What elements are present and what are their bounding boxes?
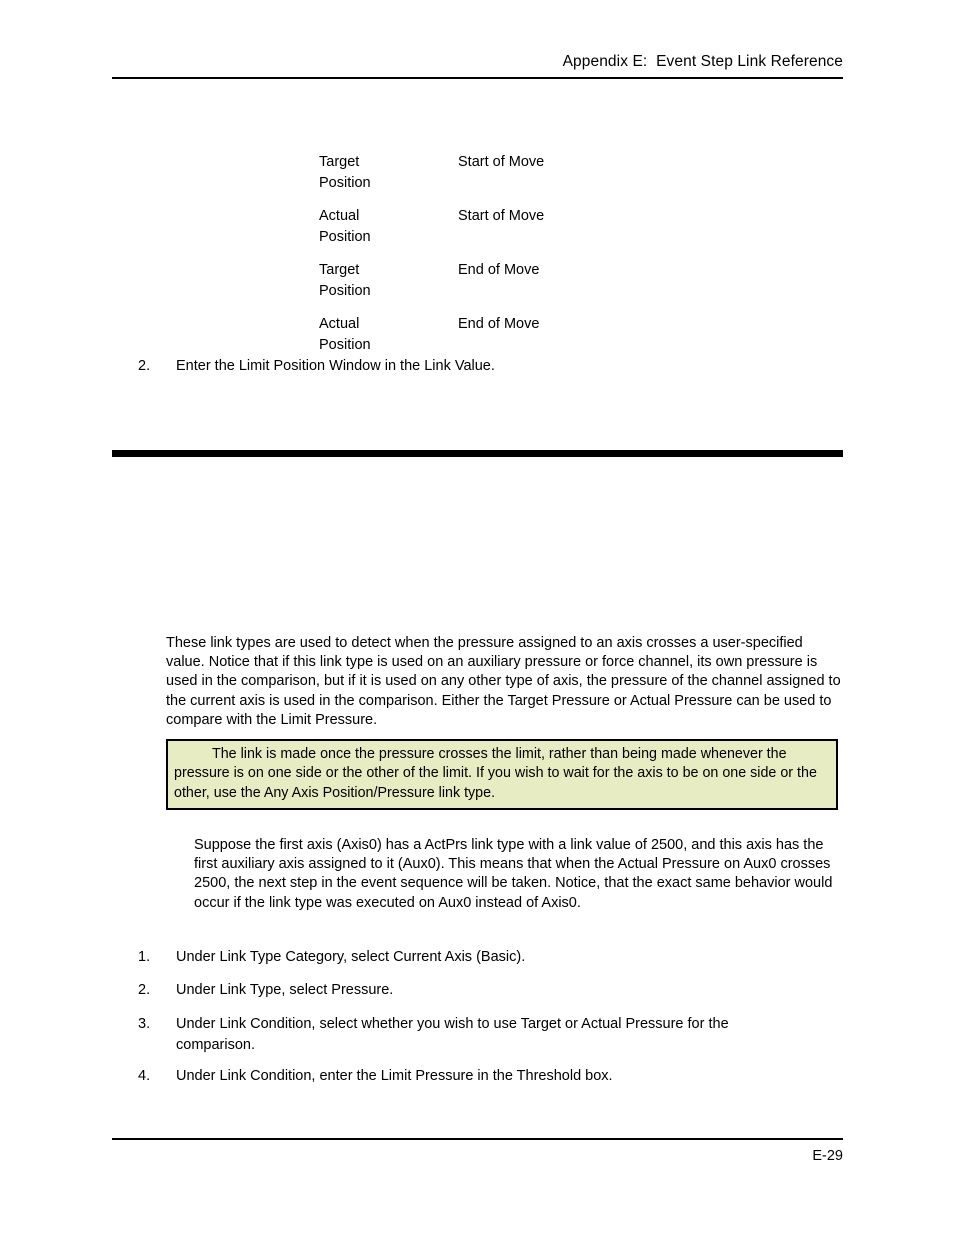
footer-divider-rule	[112, 1138, 843, 1140]
note-box-text: The link is made once the pressure cross…	[174, 746, 817, 801]
procedure-step-2: 2. Under Link Type, select Pressure.	[138, 980, 828, 1001]
header-divider-rule	[112, 77, 843, 79]
table-cell-term: Target Position	[319, 260, 458, 314]
step-number: 2.	[138, 358, 151, 374]
step-text: Under Link Type, select Pressure.	[176, 982, 394, 998]
step-limit-position: 2. Enter the Limit Position Window in th…	[138, 356, 778, 377]
table-cell-value: End of Move	[458, 262, 540, 278]
note-box: The link is made once the pressure cross…	[166, 739, 838, 810]
table-row: Actual Position End of Move	[319, 314, 678, 355]
step-text: Under Link Type Category, select Current…	[176, 949, 526, 965]
term-line-2: Position	[319, 282, 371, 299]
table-cell-value: Start of Move	[458, 154, 545, 170]
procedure-step-3: 3. Under Link Condition, select whether …	[138, 1014, 788, 1055]
example-paragraph: Suppose the first axis (Axis0) has a Act…	[194, 837, 833, 911]
step-number: 1.	[138, 949, 151, 965]
term-line-1: Target	[319, 154, 360, 170]
term-line-1: Target	[319, 262, 360, 278]
intro-paragraph: These link types are used to detect when…	[166, 635, 841, 728]
document-page: Appendix E: Event Step Link Reference Ta…	[0, 0, 954, 1235]
step-number: 3.	[138, 1016, 151, 1032]
term-line-2: Position	[319, 336, 371, 353]
section-divider-rule	[112, 450, 843, 457]
term-line-2: Position	[319, 174, 371, 191]
table-cell-term: Target Position	[319, 152, 458, 206]
table-row: Target Position End of Move	[319, 260, 678, 314]
term-line-1: Actual	[319, 316, 360, 332]
table-cell-value: Start of Move	[458, 208, 545, 224]
link-condition-table: Target Position Start of Move Actual Pos…	[319, 152, 678, 355]
table-row: Target Position Start of Move	[319, 152, 678, 206]
table-cell-term: Actual Position	[319, 314, 458, 355]
table-cell-term: Actual Position	[319, 206, 458, 260]
procedure-step-1: 1. Under Link Type Category, select Curr…	[138, 947, 828, 968]
header-title: Appendix E: Event Step Link Reference	[562, 53, 843, 70]
procedure-step-4: 4. Under Link Condition, enter the Limit…	[138, 1066, 828, 1087]
step-text: Under Link Condition, enter the Limit Pr…	[176, 1068, 613, 1084]
step-number: 2.	[138, 982, 151, 998]
page-header: Appendix E: Event Step Link Reference	[112, 52, 843, 72]
step-text: Under Link Condition, select whether you…	[176, 1016, 729, 1053]
term-line-1: Actual	[319, 208, 360, 224]
term-line-2: Position	[319, 228, 371, 245]
table-row: Actual Position Start of Move	[319, 206, 678, 260]
table-cell-value: End of Move	[458, 316, 540, 332]
page-footer: E-29	[112, 1146, 843, 1166]
page-number: E-29	[812, 1148, 843, 1164]
step-text: Enter the Limit Position Window in the L…	[176, 358, 495, 374]
step-number: 4.	[138, 1068, 151, 1084]
table-body: Target Position Start of Move Actual Pos…	[319, 152, 678, 355]
